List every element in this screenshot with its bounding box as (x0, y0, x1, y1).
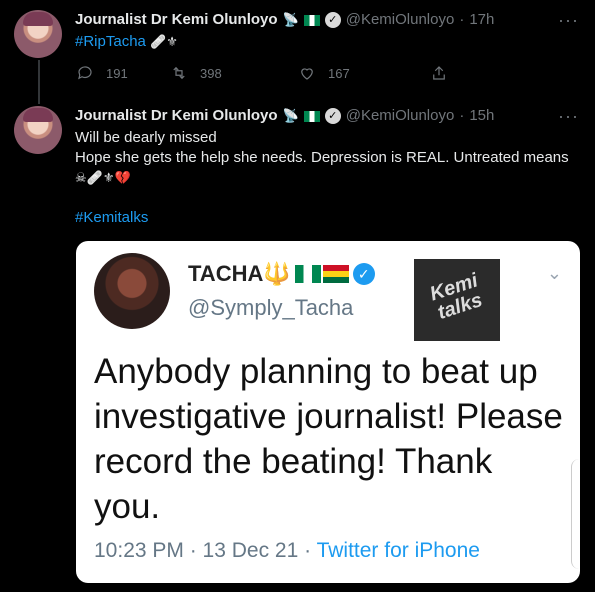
ghana-flag-icon (322, 265, 349, 283)
nigeria-flag-icon (294, 265, 321, 283)
author-handle[interactable]: @KemiOlunloyo (346, 106, 455, 126)
verified-icon: ✓ (324, 12, 341, 28)
tweet-actions: 191 398 167 (76, 64, 448, 82)
author-avatar[interactable] (14, 10, 62, 58)
kemitalks-logo: Kemi talks (414, 259, 500, 341)
more-options-icon[interactable]: ··· (558, 10, 579, 31)
retweet-button[interactable]: 398 (170, 64, 298, 82)
tweet-time[interactable]: 15h (469, 106, 494, 126)
hashtag-link[interactable]: #RipTacha (75, 33, 146, 50)
embedded-tweet-meta: 10:23 PM · 13 Dec 21 · Twitter for iPhon… (94, 539, 480, 562)
retweet-icon (173, 66, 185, 80)
like-count: 167 (328, 65, 350, 81)
reply-count: 191 (106, 65, 128, 81)
tweet-line: Hope she gets the help she needs. Depres… (75, 149, 569, 166)
separator: · (459, 107, 465, 124)
satellite-icon: 📡 (282, 108, 299, 123)
tweet-2[interactable]: Journalist Dr Kemi Olunloyo 📡 ✓ @KemiOlu… (75, 106, 585, 228)
nigeria-flag-icon (303, 110, 320, 122)
nigeria-flag-icon (303, 14, 320, 26)
author-name[interactable]: Journalist Dr Kemi Olunloyo (75, 10, 278, 30)
more-options-icon[interactable]: ··· (558, 106, 579, 127)
verified-icon: ✓ (324, 108, 341, 124)
retweet-count: 398 (200, 65, 222, 81)
tweet-emojis: ☠🩹⚜💔 (75, 170, 131, 185)
share-button[interactable] (430, 64, 448, 82)
separator: · (459, 11, 465, 28)
like-button[interactable]: 167 (298, 64, 430, 82)
trident-icon: 🔱 (263, 261, 291, 286)
heart-icon (301, 68, 313, 80)
embedded-avatar (94, 253, 170, 329)
tweet-emojis: 🩹⚜ (150, 34, 178, 49)
satellite-icon: 📡 (282, 12, 299, 27)
scrollbar (571, 459, 580, 569)
attached-image[interactable]: TACHA🔱 ✓ @Symply_Tacha Kemi talks ⌄ Anybod… (76, 241, 580, 583)
reply-button[interactable]: 191 (76, 64, 170, 82)
author-name[interactable]: Journalist Dr Kemi Olunloyo (75, 106, 278, 126)
tweet-body: Will be dearly missed Hope she gets the … (75, 128, 585, 228)
author-avatar[interactable] (14, 106, 62, 154)
tweet-line: Will be dearly missed (75, 129, 217, 146)
share-icon (433, 66, 445, 80)
verified-icon: ✓ (352, 263, 375, 285)
tweet-time[interactable]: 17h (469, 10, 494, 30)
reply-icon (78, 66, 92, 80)
thread-connector (38, 60, 40, 104)
tweet-1[interactable]: Journalist Dr Kemi Olunloyo 📡 ✓ @KemiOlu… (75, 10, 585, 52)
embedded-tweet-text: Anybody planning to beat up investigativ… (94, 352, 563, 526)
author-handle[interactable]: @KemiOlunloyo (346, 10, 455, 30)
embedded-handle: @Symply_Tacha (188, 295, 354, 320)
hashtag-link[interactable]: #Kemitalks (75, 208, 585, 228)
embedded-author-name: TACHA🔱 ✓ (188, 261, 375, 287)
chevron-down-icon: ⌄ (546, 263, 562, 283)
